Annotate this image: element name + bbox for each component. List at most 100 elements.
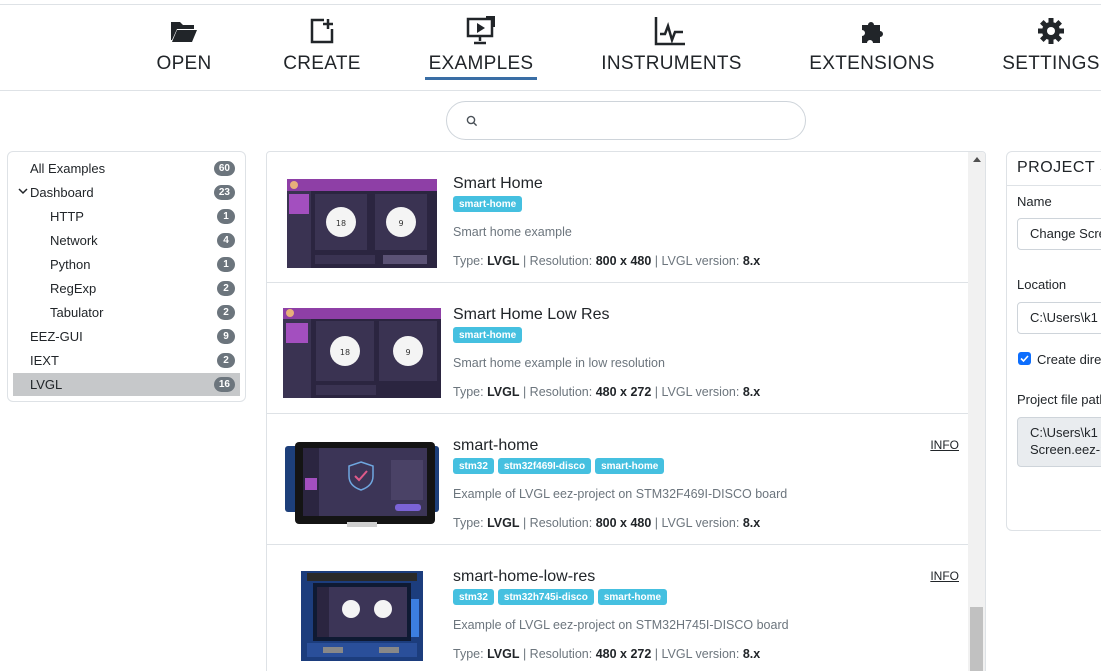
count-badge: 2 [217,305,235,320]
list-scrollbar[interactable] [968,152,985,671]
tag-list: stm32 stm32h745i-disco smart-home [453,589,668,605]
search-icon [466,115,478,127]
tree-item-iext[interactable]: IEXT 2 [13,349,240,372]
scroll-thumb[interactable] [970,607,983,671]
tree-item-python[interactable]: Python 1 [13,253,240,276]
info-link[interactable]: INFO [930,569,959,583]
file-path-line: Screen.eez-project [1030,442,1101,457]
name-label: Name [1017,194,1052,209]
example-row[interactable]: smart-home INFO stm32 stm32f469I-disco s… [267,414,969,545]
gear-icon [1035,15,1067,47]
tag-list: smart-home [453,196,523,212]
tag: stm32 [453,589,494,605]
example-meta: Type: LVGL | Resolution: 480 x 272 | LVG… [453,647,761,661]
toolbar-instruments-label: INSTRUMENTS [601,53,742,74]
svg-text:9: 9 [405,348,410,357]
active-tab-indicator [425,77,537,80]
tree-item-label: Tabulator [50,305,104,320]
example-thumbnail [283,569,441,661]
svg-text:9: 9 [398,219,403,228]
info-link[interactable]: INFO [930,438,959,452]
tree-item-label: RegExp [50,281,97,296]
main-toolbar: OPEN CREATE EXAMPLES INSTRUMENTS EXTENSI… [0,4,1101,91]
divider [1007,185,1101,186]
tree-item-dashboard[interactable]: Dashboard 23 [13,181,240,204]
example-description: Example of LVGL eez-project on STM32H745… [453,618,789,632]
category-tree: All Examples 60 Dashboard 23 HTTP 1 Netw… [7,151,246,402]
create-directory-checkbox[interactable] [1018,352,1031,365]
puzzle-icon [856,15,888,47]
toolbar-instruments[interactable]: INSTRUMENTS [601,5,741,92]
count-badge: 23 [213,185,235,200]
count-badge: 2 [217,353,235,368]
example-title: smart-home [453,437,539,454]
toolbar-examples[interactable]: EXAMPLES [425,5,537,92]
toolbar-open-label: OPEN [156,53,212,74]
toolbar-extensions-label: EXTENSIONS [809,53,935,74]
file-path-label: Project file path [1017,392,1101,407]
toolbar-create-label: CREATE [283,53,361,74]
example-thumbnail [283,438,441,530]
tree-item-all-examples[interactable]: All Examples 60 [13,157,240,180]
count-badge: 2 [217,281,235,296]
toolbar-settings[interactable]: SETTINGS [1002,5,1099,92]
tree-item-label: EEZ-GUI [30,329,83,344]
example-thumbnail: 18 9 [283,307,441,399]
tree-item-network[interactable]: Network 4 [13,229,240,252]
chevron-down-icon[interactable] [18,186,28,196]
tag: smart-home [595,458,665,474]
toolbar-create[interactable]: CREATE [283,5,360,92]
toolbar-open[interactable]: OPEN [156,5,211,92]
name-field[interactable]: Change Screen [1017,218,1101,250]
search-box[interactable] [446,101,806,140]
tree-item-tabulator[interactable]: Tabulator 2 [13,301,240,324]
tree-item-label: LVGL [30,377,63,392]
example-row[interactable]: smart-home-low-res INFO stm32 stm32h745i… [267,545,969,671]
tree-item-label: IEXT [30,353,59,368]
tree-item-http[interactable]: HTTP 1 [13,205,240,228]
count-badge: 9 [217,329,235,344]
tag: stm32h745i-disco [497,589,594,605]
tag: stm32f469I-disco [497,458,592,474]
folder-open-icon [168,15,200,47]
svg-text:18: 18 [340,348,350,357]
tree-item-label: HTTP [50,209,84,224]
tree-item-label: Network [50,233,98,248]
example-description: Smart home example in low resolution [453,356,665,370]
example-meta: Type: LVGL | Resolution: 480 x 272 | LVG… [453,385,761,399]
tree-item-label: Dashboard [30,185,94,200]
example-row[interactable]: 18 9 Smart Home smart-home Smart home ex… [267,152,969,283]
location-field[interactable]: C:\Users\k1 [1017,302,1101,334]
tag: smart-home [453,196,523,212]
tree-item-lvgl[interactable]: LVGL 16 [13,373,240,396]
scroll-up-arrow-icon[interactable] [973,157,981,162]
example-title: Smart Home Low Res [453,306,610,323]
count-badge: 16 [213,377,235,392]
project-settings-panel: PROJECT SETTINGS Name Change Screen Loca… [1006,151,1101,531]
svg-text:18: 18 [336,219,346,228]
toolbar-extensions[interactable]: EXTENSIONS [809,5,934,92]
count-badge: 1 [217,209,235,224]
tag: smart-home [597,589,668,605]
tag-list: smart-home [453,327,523,343]
app-window: OPEN CREATE EXAMPLES INSTRUMENTS EXTENSI… [0,0,1101,671]
tree-item-eez-gui[interactable]: EEZ-GUI 9 [13,325,240,348]
chart-line-icon [654,15,686,47]
search-input[interactable] [489,110,789,132]
tag: smart-home [453,327,523,343]
example-title: Smart Home [453,175,543,192]
example-row[interactable]: 18 9 Smart Home Low Res smart-home Smart… [267,283,969,414]
tag-list: stm32 stm32f469I-disco smart-home [453,458,665,474]
tree-item-regexp[interactable]: RegExp 2 [13,277,240,300]
example-description: Smart home example [453,225,572,239]
panel-title: PROJECT SETTINGS [1017,159,1101,176]
check-icon [1020,355,1029,363]
file-path-field: C:\Users\k1 Screen.eez-project [1017,417,1101,467]
toolbar-settings-label: SETTINGS [1002,53,1100,74]
toolbar-examples-label: EXAMPLES [428,53,534,74]
tree-item-label: All Examples [30,161,106,176]
monitor-play-icon [465,15,497,47]
tree-item-label: Python [50,257,91,272]
example-description: Example of LVGL eez-project on STM32F469… [453,487,788,501]
create-directory-label: Create directory [1037,352,1101,367]
